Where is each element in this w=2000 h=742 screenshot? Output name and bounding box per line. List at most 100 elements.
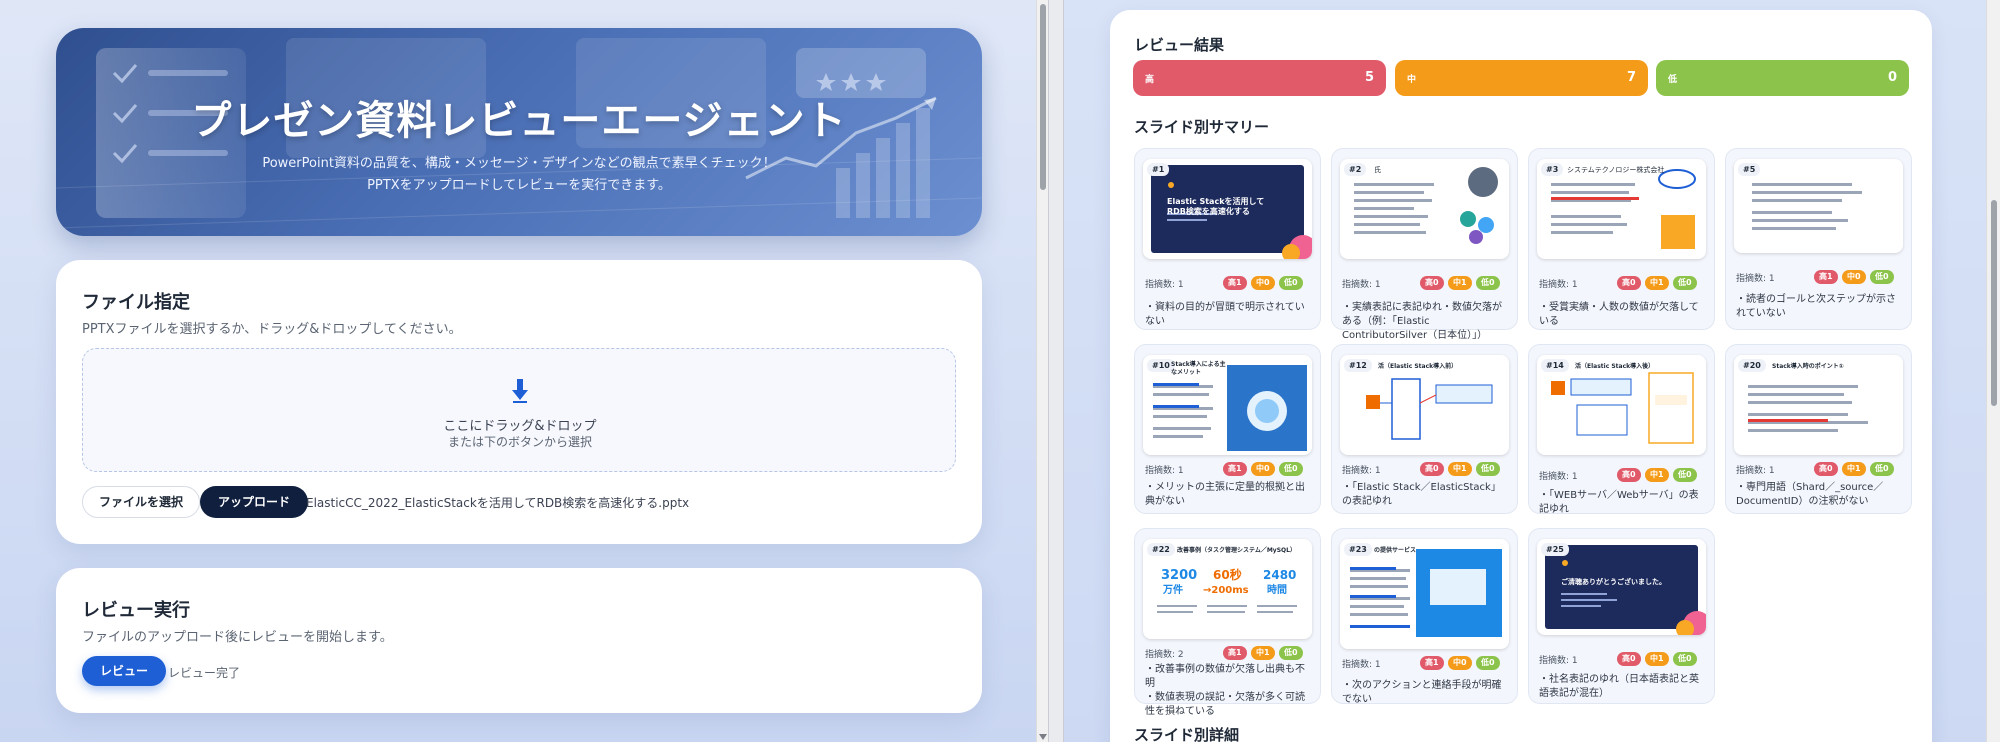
low-badge: 低0 xyxy=(1279,276,1303,290)
slide-thumb-title: 改善事例（タスク管理システム／MySQL） xyxy=(1177,547,1296,554)
slide-card-25[interactable]: #25 ご清聴ありがとうございました。 指摘数: 1 高0 中1 低0 ・社名表… xyxy=(1528,528,1715,704)
severity-low-count: 0 xyxy=(1887,70,1897,85)
review-section-title: レビュー実行 xyxy=(82,600,190,621)
slide-number: #20 xyxy=(1738,359,1766,372)
slide-summary-text: ・専門用語（Shard／_source／DocumentID）の注釈がない xyxy=(1736,482,1884,507)
file-select-card: ファイル指定 PPTXファイルを選択するか、ドラッグ&ドロップしてください。 こ… xyxy=(56,260,982,544)
mid-badge: 中0 xyxy=(1251,462,1275,476)
severity-high-count: 5 xyxy=(1364,70,1374,85)
slide-card-22[interactable]: 3200 60秒 2480 万件 →200ms 時間 #22 改善事例（タスク管… xyxy=(1134,528,1321,717)
issue-count: 指摘数: 1 xyxy=(1539,280,1578,290)
slide-thumbnail: #3 システムテクノロジー株式会社 xyxy=(1537,159,1706,259)
mid-badge: 中1 xyxy=(1251,646,1275,660)
high-badge: 高0 xyxy=(1814,462,1838,476)
issue-count: 指摘数: 1 xyxy=(1342,280,1381,290)
high-badge: 高1 xyxy=(1223,462,1247,476)
slide-summary-text: ・実績表記に表記ゆれ・数値欠落がある（例：「Elastic Contributo… xyxy=(1342,302,1502,341)
high-badge: 高1 xyxy=(1420,656,1444,670)
low-badge: 低0 xyxy=(1476,276,1500,290)
slide-thumbnail: #23 の提供サービス xyxy=(1340,539,1509,649)
issue-count: 指摘数: 2 xyxy=(1145,650,1184,660)
slide-card-12[interactable]: #12 活（Elastic Stack導入前） 指摘数: 1 高0 中1 低0 … xyxy=(1331,344,1518,514)
download-arrow-icon xyxy=(512,379,528,403)
slide-thumb-title: 活（Elastic Stack導入前） xyxy=(1378,363,1458,370)
slide-thumbnail: #20 Stack導入時のポイント① xyxy=(1734,355,1903,455)
low-badge: 低0 xyxy=(1673,652,1697,666)
slide-number: #14 xyxy=(1541,359,1569,372)
low-badge: 低0 xyxy=(1870,462,1894,476)
issue-count: 指摘数: 1 xyxy=(1342,660,1381,670)
mid-badge: 中1 xyxy=(1448,462,1472,476)
svg-text:時間: 時間 xyxy=(1267,583,1287,596)
select-file-button[interactable]: ファイルを選択 xyxy=(82,486,201,518)
slide-card-3[interactable]: #3 システムテクノロジー株式会社 指摘数: 1 高0 中1 低0 ・受賞実績・… xyxy=(1528,148,1715,330)
low-badge: 低0 xyxy=(1279,646,1303,660)
slide-thumb-title: 氏 xyxy=(1374,166,1381,174)
review-button[interactable]: レビュー xyxy=(82,656,167,686)
hero-subtitle-line1: PowerPoint資料の品質を、構成・メッセージ・デザインなどの観点で素早くチ… xyxy=(262,156,776,171)
issue-count: 指摘数: 1 xyxy=(1736,274,1775,284)
low-badge: 低0 xyxy=(1476,656,1500,670)
slide-card-10[interactable]: #10 Stack導入による主なメリット 指摘数: 1 高1 中0 低0 ・メリ… xyxy=(1134,344,1321,514)
slide-card-2[interactable]: #2 氏 指摘数: 1 高0 中1 低0 ・実績表記に表記ゆれ・数値欠落がある（… xyxy=(1331,148,1518,341)
low-badge: 低0 xyxy=(1673,468,1697,482)
low-badge: 低0 xyxy=(1673,276,1697,290)
slide-thumbnail: #25 ご清聴ありがとうございました。 xyxy=(1537,539,1706,635)
slide-thumbnail: #10 Stack導入による主なメリット xyxy=(1143,355,1312,455)
low-badge: 低0 xyxy=(1870,270,1894,284)
pane-divider[interactable] xyxy=(1048,0,1064,742)
hero-banner: プレゼン資料レビューエージェント PowerPoint資料の品質を、構成・メッセ… xyxy=(56,28,982,236)
slide-summary-text: ・「Elastic Stack／ElasticStack」の表記ゆれ xyxy=(1342,482,1501,507)
severity-high-bar: 高 5 xyxy=(1133,60,1386,96)
mid-badge: 中1 xyxy=(1448,276,1472,290)
slide-thumb-title: ご清聴ありがとうございました。 xyxy=(1561,578,1666,586)
severity-low-bar: 低 0 xyxy=(1656,60,1909,96)
severity-high-label: 高 xyxy=(1145,75,1155,85)
mid-badge: 中1 xyxy=(1645,652,1669,666)
svg-text:→200ms: →200ms xyxy=(1203,585,1249,596)
high-badge: 高1 xyxy=(1223,646,1247,660)
issue-count: 指摘数: 1 xyxy=(1342,466,1381,476)
slide-card-1[interactable]: #1 Elastic Stackを活用してRDB検索を高速化する 指摘数: 1 … xyxy=(1134,148,1321,330)
slide-thumbnail-image xyxy=(1354,167,1498,244)
upload-button[interactable]: アップロード xyxy=(200,486,309,518)
selected-filename: ElasticCC_2022_ElasticStackを活用してRDB検索を高速… xyxy=(306,496,690,510)
slide-card-14[interactable]: #14 活（Elastic Stack導入後） 指摘数: 1 高0 中1 低0 … xyxy=(1528,344,1715,515)
slide-number: #5 xyxy=(1738,163,1761,176)
mid-badge: 中0 xyxy=(1251,276,1275,290)
mid-badge: 中0 xyxy=(1842,270,1866,284)
slide-number: #12 xyxy=(1344,359,1372,372)
left-scrollbar[interactable] xyxy=(1036,0,1048,742)
slide-card-23[interactable]: #23 の提供サービス 指摘数: 1 高1 中0 低0 ・次のアクションと連絡手… xyxy=(1331,528,1518,705)
slide-card-5[interactable]: #5 指摘数: 1 高1 中0 低0 ・読者のゴールと次ステップが示されていない xyxy=(1725,148,1912,330)
review-section-description: ファイルのアップロード後にレビューを開始します。 xyxy=(82,630,393,645)
slide-summary-text: ・メリットの主張に定量的根拠と出典がない xyxy=(1145,482,1305,507)
issue-count: 指摘数: 1 xyxy=(1145,466,1184,476)
slide-thumb-title: 活（Elastic Stack導入後） xyxy=(1575,363,1655,370)
mid-badge: 中1 xyxy=(1842,462,1866,476)
slide-number: #3 xyxy=(1541,163,1564,176)
low-badge: 低0 xyxy=(1476,462,1500,476)
high-badge: 高0 xyxy=(1617,468,1641,482)
slide-card-20[interactable]: #20 Stack導入時のポイント① 指摘数: 1 高0 中1 低0 ・専門用語… xyxy=(1725,344,1912,514)
slide-number: #23 xyxy=(1344,543,1372,556)
high-badge: 高0 xyxy=(1420,462,1444,476)
right-scrollbar[interactable] xyxy=(1986,0,2000,742)
slide-thumbnail: #12 活（Elastic Stack導入前） xyxy=(1340,355,1509,455)
slide-thumb-title: システムテクノロジー株式会社 xyxy=(1567,166,1665,174)
mid-badge: 中0 xyxy=(1448,656,1472,670)
issue-count: 指摘数: 1 xyxy=(1539,472,1578,482)
hero-title: プレゼン資料レビューエージェント xyxy=(191,98,847,144)
high-badge: 高1 xyxy=(1814,270,1838,284)
file-dropzone[interactable]: ここにドラッグ&ドロップ または下のボタンから選択 xyxy=(82,348,956,472)
slide-number: #2 xyxy=(1344,163,1367,176)
results-title: レビュー結果 xyxy=(1134,36,1225,54)
slide-thumbnail: #2 氏 xyxy=(1340,159,1509,259)
slide-summary-text: ・読者のゴールと次ステップが示されていない xyxy=(1736,294,1896,319)
review-run-card: レビュー実行 ファイルのアップロード後にレビューを開始します。 レビュー レビュ… xyxy=(56,568,982,713)
issue-count: 指摘数: 1 xyxy=(1736,466,1775,476)
issue-count: 指摘数: 1 xyxy=(1539,656,1578,666)
file-section-description: PPTXファイルを選択するか、ドラッグ&ドロップしてください。 xyxy=(82,322,462,337)
slide-thumb-title: Elastic Stackを活用してRDB検索を高速化する xyxy=(1167,197,1265,216)
high-badge: 高1 xyxy=(1223,276,1247,290)
